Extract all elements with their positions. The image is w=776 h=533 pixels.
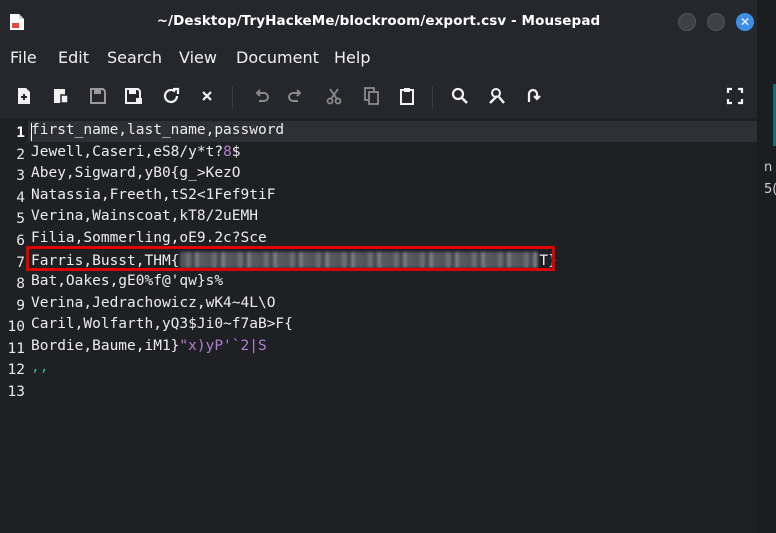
- toolbar: [0, 76, 757, 118]
- find-icon[interactable]: [448, 84, 472, 108]
- text-line: Jewell,Caseri,eS8/y*t?8$: [31, 144, 241, 160]
- text-editor[interactable]: 1 2 3 4 5 6 7 8 9 10 11 12 13 first_name…: [0, 118, 757, 533]
- line-text: first_name,last_name,password: [31, 122, 285, 138]
- line-number: 1: [16, 125, 25, 141]
- line-number: 5: [16, 211, 25, 227]
- menu-document[interactable]: Document: [236, 48, 319, 67]
- background-text: 5(: [764, 182, 776, 197]
- line-text-tail: $: [231, 144, 241, 160]
- menu-search[interactable]: Search: [107, 48, 162, 67]
- line-number: 8: [16, 276, 25, 292]
- text-line: Abey,Sigward,yB0{g_>KezO: [31, 165, 241, 181]
- text-line: Verina,Jedrachowicz,wK4~4L\O: [31, 295, 275, 311]
- line-number: 4: [16, 190, 25, 206]
- line-text: Bat,Oakes,gE0%f@'qw}s%: [31, 273, 224, 289]
- line-text: Abey,Sigward,yB0{g_>KezO: [31, 165, 241, 181]
- line-text: Filia,Sommerling,oE9.2c?Sce: [31, 230, 267, 246]
- fullscreen-icon[interactable]: [723, 84, 747, 108]
- go-to-line-icon[interactable]: [521, 84, 545, 108]
- maximize-button[interactable]: [707, 13, 725, 31]
- line-text: Caril,Wolfarth,yQ3$Ji0~f7aB>F{: [31, 316, 293, 332]
- line-text: Natassia,Freeth,tS2<1Fef9tiF: [31, 187, 276, 203]
- find-replace-icon[interactable]: [485, 84, 509, 108]
- line-number: 2: [16, 147, 25, 163]
- menu-edit[interactable]: Edit: [58, 48, 89, 67]
- highlight-annotation-box: [26, 246, 555, 271]
- text-line: Bat,Oakes,gE0%f@'qw}s%: [31, 273, 223, 289]
- line-number: 10: [7, 319, 25, 335]
- line-number: 11: [7, 341, 25, 357]
- toolbar-separator: [432, 86, 433, 108]
- menu-help[interactable]: Help: [334, 48, 370, 67]
- text-line: Natassia,Freeth,tS2<1Fef9tiF: [31, 187, 275, 203]
- title-bar[interactable]: ~/Desktop/TryHackeMe/blockroom/export.cs…: [0, 0, 757, 42]
- paste-icon[interactable]: [395, 84, 419, 108]
- text-line: ,,: [31, 359, 48, 375]
- line-text: Jewell,Caseri,eS8/y*t?: [31, 144, 224, 160]
- line-number: 13: [7, 384, 25, 400]
- syntax-token: "x)yP'`2|S: [179, 338, 267, 354]
- reload-icon[interactable]: [159, 84, 183, 108]
- text-line: Caril,Wolfarth,yQ3$Ji0~f7aB>F{: [31, 316, 293, 332]
- undo-icon[interactable]: [249, 84, 273, 108]
- redo-icon[interactable]: [284, 84, 308, 108]
- cut-icon[interactable]: [322, 84, 346, 108]
- line-text: Bordie,Baume,iM1}: [31, 338, 180, 354]
- menu-view[interactable]: View: [179, 48, 217, 67]
- text-line: Verina,Wainscoat,kT8/2uEMH: [31, 208, 258, 224]
- line-number: 9: [16, 298, 25, 314]
- text-line: Filia,Sommerling,oE9.2c?Sce: [31, 230, 267, 246]
- text-line: first_name,last_name,password: [31, 122, 284, 138]
- window-title: ~/Desktop/TryHackeMe/blockroom/export.cs…: [156, 13, 601, 29]
- minimize-button[interactable]: [678, 13, 696, 31]
- window-close-button[interactable]: ✕: [736, 13, 754, 31]
- menu-bar: File Edit Search View Document Help: [0, 42, 757, 76]
- line-number: 3: [16, 168, 25, 184]
- syntax-token: ,,: [31, 359, 49, 375]
- save-icon[interactable]: [86, 84, 110, 108]
- background-window-edge: n 5(: [757, 0, 776, 533]
- toolbar-separator: [232, 86, 233, 108]
- syntax-token: 8: [223, 144, 232, 160]
- line-number: 12: [7, 362, 25, 378]
- line-number: 6: [16, 233, 25, 249]
- line-number: 7: [16, 255, 25, 271]
- save-as-icon[interactable]: [122, 84, 146, 108]
- close-icon[interactable]: [195, 84, 219, 108]
- new-window-icon[interactable]: [49, 84, 73, 108]
- line-text: Verina,Wainscoat,kT8/2uEMH: [31, 208, 258, 224]
- line-text: Verina,Jedrachowicz,wK4~4L\O: [31, 295, 276, 311]
- new-document-icon[interactable]: [12, 84, 36, 108]
- menu-file[interactable]: File: [10, 48, 37, 67]
- copy-icon[interactable]: [359, 84, 383, 108]
- mousepad-window: ~/Desktop/TryHackeMe/blockroom/export.cs…: [0, 0, 757, 533]
- background-text: n: [764, 160, 773, 175]
- text-line: Bordie,Baume,iM1}"x)yP'`2|S: [31, 338, 267, 354]
